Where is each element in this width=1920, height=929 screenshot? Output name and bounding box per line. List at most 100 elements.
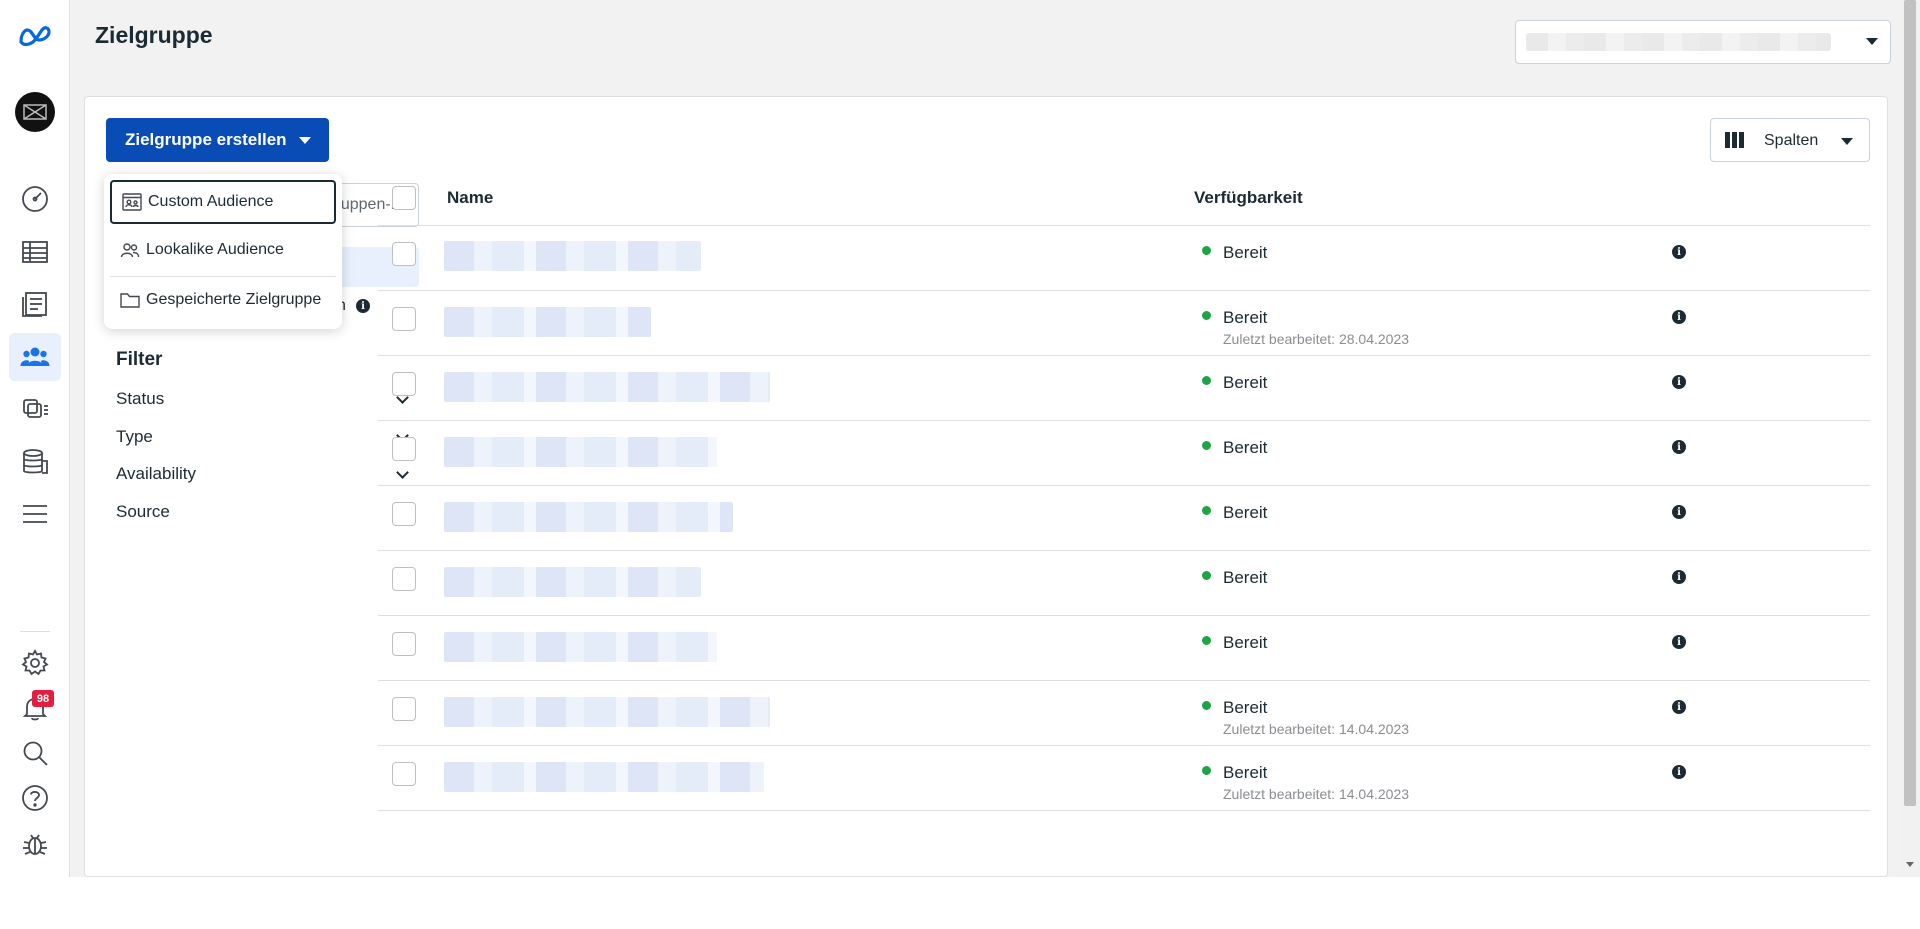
dashboard-icon[interactable] <box>9 175 61 223</box>
audience-name-redacted[interactable] <box>444 307 651 337</box>
settings-icon[interactable] <box>9 639 61 687</box>
columns-button[interactable]: Spalten <box>1710 118 1870 162</box>
filter-availability-label: Availability <box>116 464 197 483</box>
row-checkbox[interactable] <box>392 632 416 656</box>
status-ready-dot <box>1202 701 1211 710</box>
status-ready-dot <box>1202 246 1211 255</box>
status-ready-dot <box>1202 636 1211 645</box>
audiences-card: Zielgruppe erstellen Spalten uppen-... n… <box>84 96 1888 877</box>
row-checkbox[interactable] <box>392 437 416 461</box>
status-text: Bereit <box>1223 438 1268 457</box>
menu-item-custom-audience[interactable]: Custom Audience <box>110 180 336 224</box>
create-audience-button[interactable]: Zielgruppe erstellen <box>106 118 329 162</box>
table-row[interactable]: Bereit Zuletzt bearbeitet: 14.04.2023 i <box>378 681 1870 746</box>
row-checkbox[interactable] <box>392 567 416 591</box>
table-row[interactable]: Bereit i <box>378 226 1870 291</box>
table-row[interactable]: Bereit i <box>378 616 1870 681</box>
bug-report-icon[interactable] <box>9 820 61 868</box>
scroll-down-arrow-icon[interactable] <box>1906 862 1914 867</box>
audience-name-redacted[interactable] <box>444 241 701 271</box>
row-checkbox[interactable] <box>392 307 416 331</box>
row-checkbox[interactable] <box>392 242 416 266</box>
audience-name-redacted[interactable] <box>444 372 770 402</box>
search-icon[interactable] <box>9 729 61 777</box>
info-icon[interactable]: i <box>1672 440 1686 454</box>
row-checkbox[interactable] <box>392 502 416 526</box>
data-sources-icon[interactable] <box>9 438 61 486</box>
status-subtext: Zuletzt bearbeitet: 14.04.2023 <box>1223 786 1410 802</box>
menu-item-saved-audience[interactable]: Gespeicherte Zielgruppe <box>110 278 336 322</box>
info-icon[interactable]: i <box>1672 245 1686 259</box>
columns-icon <box>1725 132 1744 148</box>
filter-type-label: Type <box>116 427 153 446</box>
scrollbar-thumb[interactable] <box>1904 0 1916 806</box>
row-checkbox[interactable] <box>392 762 416 786</box>
folder-icon <box>120 293 140 308</box>
audience-name-redacted[interactable] <box>444 567 701 597</box>
table-row[interactable]: Bereit Zuletzt bearbeitet: 14.04.2023 i <box>378 746 1870 811</box>
info-icon[interactable]: i <box>1672 375 1686 389</box>
table-row[interactable]: Bereit i <box>378 421 1870 486</box>
audiences-icon[interactable] <box>9 333 61 381</box>
status-text: Bereit <box>1223 308 1268 327</box>
rail-divider <box>20 631 50 632</box>
column-header-name[interactable]: Name <box>447 188 493 208</box>
status-text: Bereit <box>1223 633 1268 652</box>
filter-source[interactable]: Source <box>116 502 409 532</box>
column-header-availability[interactable]: Verfügbarkeit <box>1194 188 1303 208</box>
filter-source-label: Source <box>116 502 170 521</box>
create-audience-dropdown: Custom Audience Lookalike Audience Gespe… <box>104 174 342 329</box>
catalog-icon[interactable] <box>9 386 61 434</box>
row-checkbox[interactable] <box>392 372 416 396</box>
info-icon[interactable]: i <box>1672 765 1686 779</box>
table-icon[interactable] <box>9 228 61 276</box>
status-text: Bereit <box>1223 503 1268 522</box>
status-subtext: Zuletzt bearbeitet: 14.04.2023 <box>1223 721 1410 737</box>
filter-status[interactable]: Status <box>116 389 409 419</box>
status-ready-dot <box>1202 311 1211 320</box>
status-text: Bereit <box>1223 763 1268 782</box>
main-area: Zielgruppe Zielgruppe erstellen Spalten … <box>70 0 1900 877</box>
notification-badge: 98 <box>32 690 54 707</box>
info-icon[interactable]: i <box>356 299 370 313</box>
status-text: Bereit <box>1223 568 1268 587</box>
status-text: Bereit <box>1223 373 1268 392</box>
status-ready-dot <box>1202 766 1211 775</box>
filter-type[interactable]: Type <box>116 427 409 457</box>
table-header: Name Verfügbarkeit <box>378 171 1870 226</box>
meta-logo-icon[interactable] <box>9 12 61 60</box>
status-ready-dot <box>1202 506 1211 515</box>
status-text: Bereit <box>1223 243 1268 262</box>
audience-name-redacted[interactable] <box>444 697 770 727</box>
audience-name-redacted[interactable] <box>444 502 733 532</box>
left-nav-rail: 98 <box>0 0 70 877</box>
create-audience-label: Zielgruppe erstellen <box>125 130 287 149</box>
select-all-checkbox[interactable] <box>392 186 416 210</box>
audience-name-redacted[interactable] <box>444 632 717 662</box>
info-icon[interactable]: i <box>1672 505 1686 519</box>
info-icon[interactable]: i <box>1672 700 1686 714</box>
menu-icon[interactable] <box>9 490 61 538</box>
help-icon[interactable] <box>9 774 61 822</box>
reports-icon[interactable] <box>9 280 61 328</box>
table-row[interactable]: Bereit i <box>378 486 1870 551</box>
table-row[interactable]: Bereit i <box>378 551 1870 616</box>
info-icon[interactable]: i <box>1672 635 1686 649</box>
row-checkbox[interactable] <box>392 697 416 721</box>
menu-item-lookalike-audience[interactable]: Lookalike Audience <box>110 228 336 272</box>
account-avatar[interactable] <box>15 92 55 132</box>
table-row[interactable]: Bereit i <box>378 356 1870 421</box>
menu-item-label: Gespeicherte Zielgruppe <box>146 291 322 308</box>
info-icon[interactable]: i <box>1672 310 1686 324</box>
status-ready-dot <box>1202 571 1211 580</box>
ad-account-selector[interactable] <box>1515 20 1891 64</box>
lookalike-people-icon <box>120 243 140 258</box>
filter-availability[interactable]: Availability <box>116 464 409 494</box>
info-icon[interactable]: i <box>1672 570 1686 584</box>
audience-name-redacted[interactable] <box>444 762 764 792</box>
audience-name-redacted[interactable] <box>444 437 717 467</box>
page-scrollbar[interactable] <box>1900 0 1920 877</box>
table-row[interactable]: Bereit Zuletzt bearbeitet: 28.04.2023 i <box>378 291 1870 356</box>
account-name-redacted <box>1526 33 1831 51</box>
menu-item-label: Lookalike Audience <box>146 241 284 258</box>
